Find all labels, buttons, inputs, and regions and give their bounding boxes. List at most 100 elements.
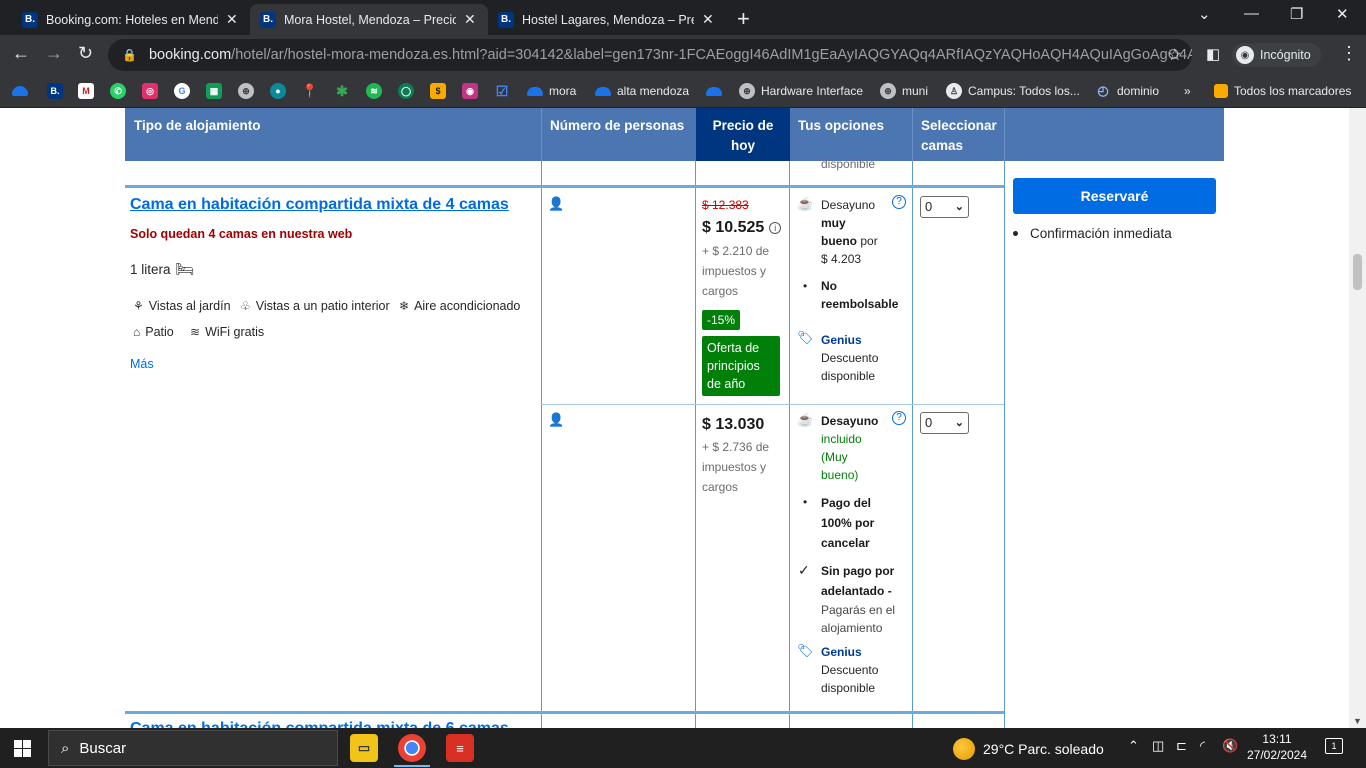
header-price: Precio de hoy — [696, 108, 790, 161]
close-tab-icon[interactable]: ✕ — [702, 11, 714, 28]
header-select-line2: camas — [921, 138, 964, 153]
lock-icon[interactable]: 🔒 — [122, 48, 137, 62]
bed-count-select[interactable]: 0 ⌄ — [920, 196, 969, 218]
reserve-button[interactable]: Reservaré — [1013, 178, 1216, 214]
bookmark-circle-green-icon[interactable]: ◯ — [398, 82, 414, 100]
globe-icon: ⊕ — [880, 83, 896, 99]
scrollbar-thumb[interactable] — [1353, 254, 1362, 290]
meet-icon[interactable]: ◫ — [1152, 738, 1164, 754]
system-clock[interactable]: 13:11 27/02/2024 — [1246, 731, 1308, 763]
bookmark-maps-icon[interactable]: 📍 — [302, 82, 318, 100]
booking-favicon-icon: B. — [260, 11, 276, 28]
forward-icon[interactable]: → — [45, 43, 63, 64]
restore-icon[interactable]: ❐ — [1290, 5, 1303, 23]
menu-kebab-icon[interactable]: ⋮ — [1340, 43, 1358, 64]
incognito-indicator[interactable]: ◉ Incógnito — [1232, 43, 1321, 67]
bookmark-teal-icon[interactable]: ● — [270, 82, 286, 100]
bookmark-muni[interactable]: ⊕ muni — [880, 82, 928, 100]
close-tab-icon[interactable]: ✕ — [464, 11, 476, 28]
chevron-down-icon: ⌄ — [954, 417, 964, 429]
tab-mora-hostel[interactable]: B. Mora Hostel, Mendoza – Precios ✕ — [250, 4, 488, 35]
network-adapter-icon[interactable]: ⊏ — [1176, 738, 1187, 754]
genius-discount: Genius Descuento disponible — [821, 333, 879, 383]
notifications-icon[interactable]: 1 — [1325, 738, 1343, 754]
reload-icon[interactable]: ↻ — [78, 43, 93, 64]
bookmark-cloud-icon[interactable] — [12, 82, 28, 100]
bookmark-alta-mendoza[interactable]: alta mendoza — [595, 82, 689, 100]
room-title-link[interactable]: Cama en habitación compartida mixta de 4… — [130, 196, 509, 214]
header-options: Tus opciones — [798, 118, 885, 133]
bookmark-dominio[interactable]: ◴ dominio — [1095, 82, 1159, 100]
new-tab-icon[interactable]: + — [737, 6, 750, 32]
checkmark-icon: ✓ — [798, 562, 810, 578]
help-icon[interactable]: ? — [892, 411, 906, 425]
tab-hostel-lagares[interactable]: B. Hostel Lagares, Mendoza – Precios ✕ — [488, 4, 726, 35]
bookmark-campus[interactable]: ♙ Campus: Todos los... — [946, 82, 1080, 100]
bed-count-select[interactable]: 0 ⌄ — [920, 412, 969, 434]
bookmark-whatsapp-icon[interactable]: ✆ — [110, 82, 126, 100]
bookmark-star-green-icon[interactable]: ✱ — [334, 82, 350, 100]
close-tab-icon[interactable]: ✕ — [226, 11, 238, 28]
page-scrollbar[interactable]: ▼ — [1349, 108, 1366, 728]
bookmark-gmail-icon[interactable]: M — [78, 82, 94, 100]
bookmark-hardware-interface[interactable]: ⊕ Hardware Interface — [739, 82, 863, 100]
weather-widget[interactable]: 29°C Parc. soleado — [953, 738, 1104, 760]
volume-muted-icon[interactable]: 🔇 — [1222, 738, 1238, 754]
bookmark-camera-icon[interactable]: ◉ — [462, 82, 478, 100]
bookmark-booking-icon[interactable]: B. — [47, 82, 63, 100]
bookmark-star-icon[interactable]: ☆ — [1168, 45, 1182, 65]
bookmark-check-icon[interactable]: ☑ — [494, 82, 510, 100]
tag-icon: 🏷 — [797, 643, 814, 658]
tab-title: Mora Hostel, Mendoza – Precios — [284, 12, 456, 27]
chevron-down-icon: ⌄ — [954, 201, 964, 213]
bookmark-globe-icon[interactable]: ⊕ — [238, 82, 254, 100]
tray-expand-icon[interactable]: ⌃ — [1128, 738, 1139, 754]
minimize-icon[interactable]: — — [1244, 5, 1259, 22]
next-room-title-link[interactable]: Cama en habitación compartida mixta de 6… — [130, 720, 509, 728]
bookmark-instagram-icon[interactable]: ◎ — [142, 82, 158, 100]
wifi-icon: ≋ — [190, 325, 201, 339]
browser-toolbar: ← → ↻ 🔒 booking.com/hotel/ar/hostel-mora… — [0, 35, 1366, 75]
bookmark-mora[interactable]: mora — [527, 82, 576, 100]
globe-icon: ⊕ — [739, 83, 755, 99]
bookmarks-overflow-icon[interactable]: » — [1184, 82, 1191, 100]
bookmark-spotify-icon[interactable]: ≋ — [366, 82, 382, 100]
tab-search-chevron-icon[interactable]: ⌄ — [1198, 5, 1211, 23]
flower-icon: ⚘ — [133, 299, 144, 313]
side-panel-icon[interactable]: ◧ — [1206, 45, 1220, 63]
taskbar-search[interactable]: ⌕ Buscar — [48, 730, 338, 766]
booking-favicon-icon: B. — [498, 11, 514, 28]
info-icon[interactable]: i — [769, 221, 782, 234]
back-icon[interactable]: ← — [12, 43, 30, 64]
help-icon[interactable]: ? — [892, 195, 906, 209]
breakfast-included: Desayuno incluido (Muy bueno) — [821, 414, 879, 482]
close-window-icon[interactable]: ✕ — [1336, 5, 1349, 23]
more-facilities-link[interactable]: Más — [130, 357, 154, 371]
discount-badge: -15% — [702, 310, 741, 330]
bookmark-cloud-extra[interactable] — [706, 82, 722, 100]
windows-start-icon[interactable] — [14, 740, 31, 757]
bookmark-sheets-icon[interactable]: ▦ — [206, 82, 222, 100]
bookmark-google-icon[interactable]: G — [174, 82, 190, 100]
search-placeholder: Buscar — [79, 739, 127, 757]
row-divider — [125, 711, 1004, 714]
header-persons: Número de personas — [550, 118, 685, 133]
scroll-down-icon[interactable]: ▼ — [1353, 716, 1362, 726]
cloud-icon — [706, 86, 722, 96]
file-explorer-icon[interactable]: ▭ — [350, 734, 378, 762]
clock-time: 13:11 — [1262, 732, 1292, 746]
booking-favicon-icon: B. — [22, 11, 38, 28]
tab-booking-home[interactable]: B. Booking.com: Hoteles en Mendoza ✕ — [12, 4, 250, 35]
url-host: booking.com — [148, 47, 232, 63]
cloud-icon — [527, 86, 543, 96]
coffee-cup-icon: ☕ — [797, 412, 814, 427]
all-bookmarks[interactable]: Todos los marcadores — [1214, 82, 1351, 100]
chrome-icon[interactable] — [398, 734, 426, 762]
header-divider — [541, 108, 542, 161]
campus-icon: ♙ — [946, 83, 962, 99]
bookmark-dollar-icon[interactable]: $ — [430, 82, 446, 100]
address-bar[interactable]: 🔒 booking.com/hotel/ar/hostel-mora-mendo… — [108, 39, 1192, 71]
todoist-icon[interactable]: ≡ — [446, 734, 474, 762]
wifi-icon[interactable]: ◜ — [1200, 738, 1205, 754]
cloud-icon — [595, 86, 611, 96]
